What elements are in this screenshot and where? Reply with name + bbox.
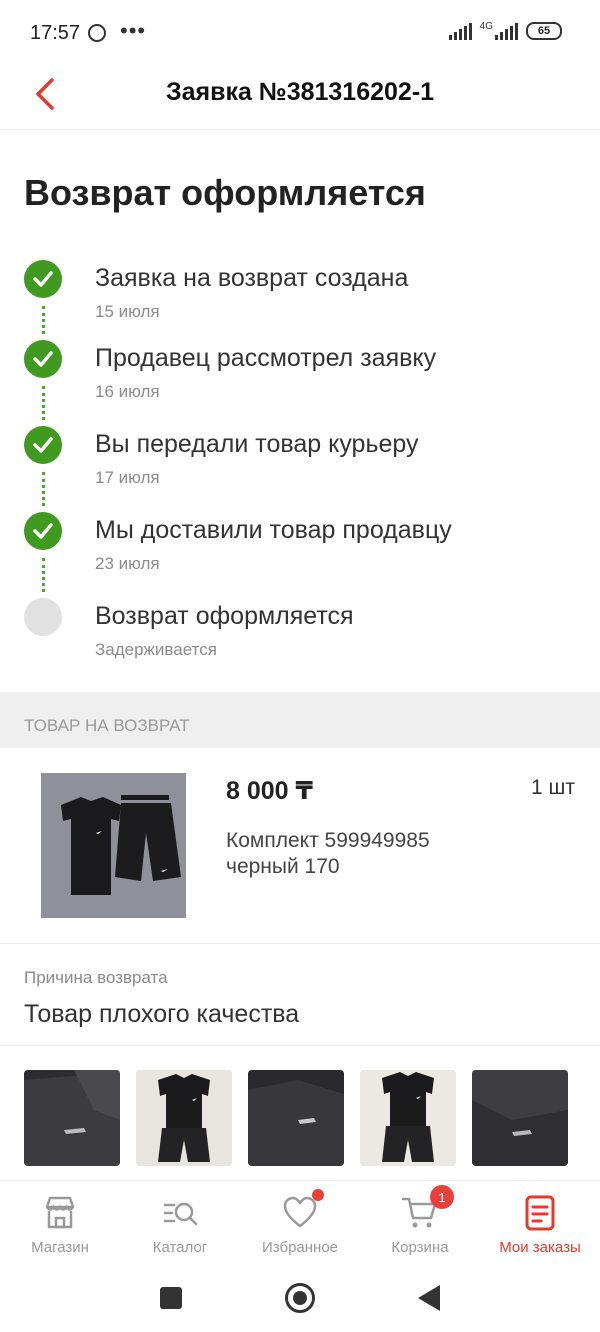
timeline-step: Возврат оформляется Задерживается [0,594,600,674]
more-notifications-icon: ••• [120,18,147,43]
return-photo[interactable] [472,1070,568,1166]
check-circle-icon [24,260,62,298]
step-title: Заявка на возврат создана [95,264,409,292]
signal-icon [495,22,518,40]
tab-favorites[interactable]: Избранное [240,1181,360,1271]
product-image[interactable] [41,773,186,918]
return-reason: Причина возврата Товар плохого качества [0,944,600,1046]
product-variant: черный 170 [226,855,340,878]
return-product-card[interactable]: 8 000 ₸ 1 шт Комплект 599949985 черный 1… [0,748,600,944]
bottom-tab-bar: Магазин Каталог Избранное 1 Корзина Мои … [0,1180,600,1270]
back-triangle-icon[interactable] [418,1285,440,1311]
timeline-connector [42,306,45,334]
step-date: Задерживается [95,640,217,659]
timeline-step: Заявка на возврат создана 15 июля [0,256,600,336]
battery-icon: 65 [526,22,562,40]
return-status-title: Возврат оформляется [24,172,426,213]
timeline-connector [42,558,45,592]
section-header: ТОВАР НА ВОЗВРАТ [0,692,600,748]
store-icon [45,1196,75,1229]
check-circle-icon [24,512,62,550]
product-name: Комплект 599949985 черный 170 [226,828,430,880]
tab-store[interactable]: Магазин [0,1181,120,1271]
step-title: Мы доставили товар продавцу [95,516,452,544]
step-title: Продавец рассмотрел заявку [95,344,437,372]
pending-circle-icon [24,598,62,636]
timeline-connector [42,472,45,506]
tab-label: Мои заказы [499,1239,581,1256]
step-date: 16 июля [95,382,160,401]
catalog-search-icon [163,1202,198,1226]
app-header: Заявка №381316202-1 [0,64,600,130]
orders-icon [525,1195,555,1231]
timeline-connector [42,386,45,420]
system-nav-bar [0,1270,600,1332]
section-label: ТОВАР НА ВОЗВРАТ [24,716,190,735]
step-date: 23 июля [95,554,160,573]
return-photos [24,1070,568,1166]
product-quantity: 1 шт [531,776,575,799]
product-name-line: Комплект 599949985 [226,829,430,852]
recent-apps-icon[interactable] [160,1287,182,1309]
reason-value: Товар плохого качества [24,1000,300,1028]
return-photo[interactable] [360,1070,456,1166]
signal-icon [448,22,472,40]
reason-label: Причина возврата [24,968,168,987]
tab-my-orders[interactable]: Мои заказы [480,1181,600,1271]
tab-catalog[interactable]: Каталог [120,1181,240,1271]
step-date: 17 июля [95,468,160,487]
cart-badge: 1 [430,1185,454,1209]
timeline-step: Мы доставили товар продавцу 23 июля [0,508,600,592]
tab-label: Избранное [261,1239,339,1256]
timeline-step: Продавец рассмотрел заявку 16 июля [0,336,600,420]
page-title: Заявка №381316202-1 [165,78,435,106]
tab-label: Каталог [152,1239,208,1256]
return-photo[interactable] [136,1070,232,1166]
alarm-icon [88,24,106,42]
tab-label: Магазин [31,1239,89,1256]
notification-dot [312,1189,324,1201]
return-photo[interactable] [24,1070,120,1166]
product-price: 8 000 ₸ [226,777,313,805]
status-time: 17:57 [30,22,81,44]
tab-cart[interactable]: 1 Корзина [360,1181,480,1271]
step-title: Возврат оформляется [95,602,354,630]
status-bar: 17:57 ••• 4G 65 [0,0,600,64]
step-date: 15 июля [95,302,160,321]
home-icon[interactable] [285,1283,315,1313]
check-circle-icon [24,426,62,464]
return-photo[interactable] [248,1070,344,1166]
status-indicators: 4G 65 [448,21,562,40]
tab-label: Корзина [391,1239,449,1256]
step-title: Вы передали товар курьеру [95,430,419,458]
network-type: 4G [479,21,493,32]
timeline-step: Вы передали товар курьеру 17 июля [0,422,600,506]
check-circle-icon [24,340,62,378]
